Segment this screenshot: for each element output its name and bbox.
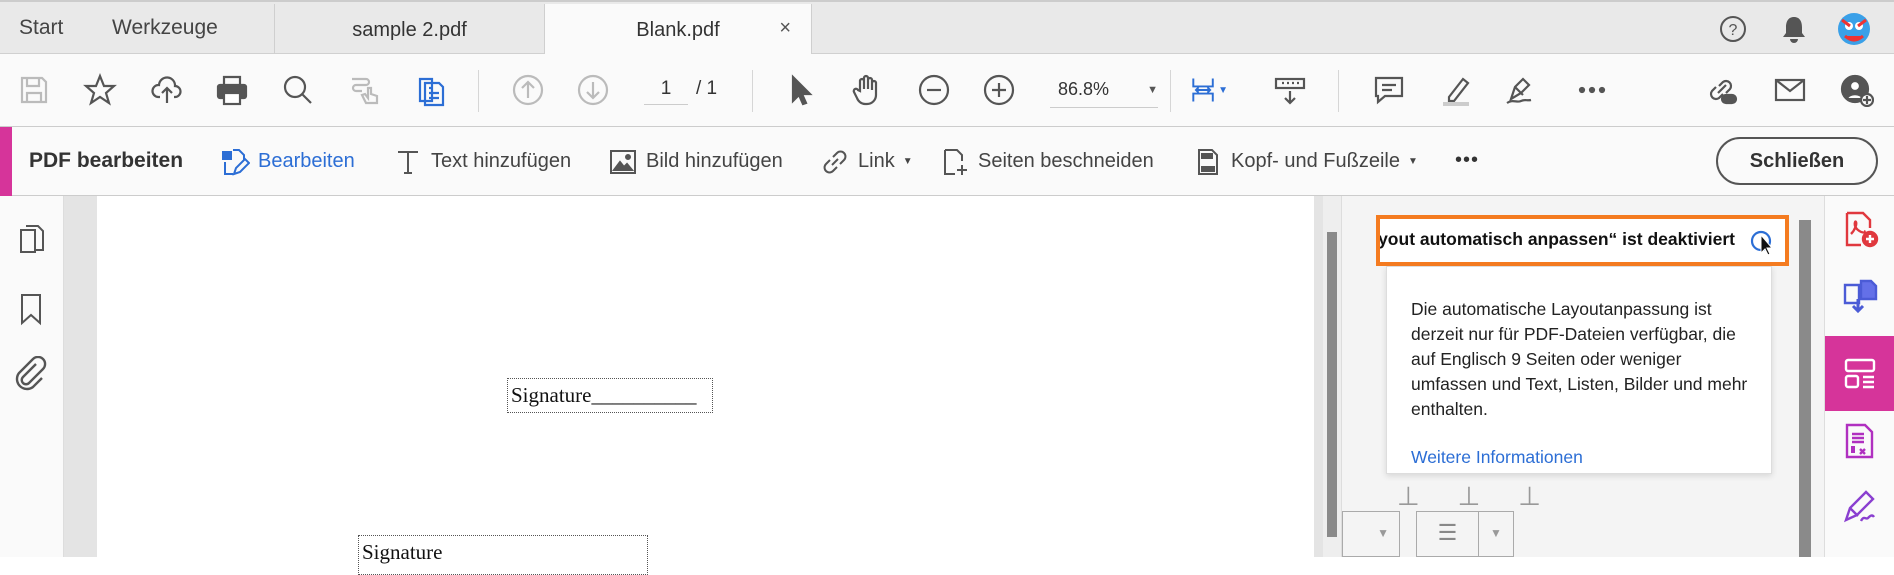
next-page-icon[interactable] (573, 70, 613, 110)
export-pdf-tool[interactable] (1825, 266, 1894, 326)
close-tab-icon[interactable]: × (779, 17, 791, 40)
accent-strip (0, 127, 12, 196)
edit-pdf-tool[interactable] (1825, 336, 1894, 411)
tab-label: sample 2.pdf (352, 18, 467, 41)
zoom-in-icon[interactable] (979, 70, 1019, 110)
numbered-list-button[interactable]: ☰ ▼ (1416, 511, 1514, 557)
chevron-down-icon: ▼ (1147, 83, 1158, 96)
more-tools-icon[interactable] (1572, 70, 1612, 110)
cloud-upload-icon[interactable] (147, 70, 187, 110)
chevron-down-icon: ▼ (1490, 526, 1502, 540)
avatar[interactable] (1837, 12, 1871, 46)
more-info-link[interactable]: Weitere Informationen (1411, 447, 1583, 468)
tab-blank[interactable]: Blank.pdf × (544, 4, 812, 57)
comment-icon[interactable] (1369, 70, 1409, 110)
fill-sign-tool[interactable] (1825, 411, 1894, 471)
chevron-down-icon: ▼ (1407, 156, 1418, 167)
search-icon[interactable] (278, 70, 318, 110)
select-cursor-icon[interactable] (780, 70, 820, 110)
popover-header: „Layout automatisch anpassen“ ist deakti… (1376, 215, 1789, 266)
left-navigation-panel (0, 196, 64, 557)
tab-bar: Start Werkzeuge sample 2.pdf Blank.pdf ×… (0, 0, 1894, 57)
save-icon[interactable] (14, 70, 54, 110)
close-label: Schließen (1749, 149, 1845, 172)
bell-icon[interactable] (1780, 14, 1808, 44)
add-text-label: Text hinzufügen (431, 150, 572, 172)
organize-pages-icon[interactable] (411, 70, 451, 110)
signature-field-1[interactable]: Signature__________ (507, 378, 713, 413)
star-icon[interactable] (80, 70, 120, 110)
signature-icon (1843, 490, 1875, 523)
numbered-list-icon: ☰ (1417, 512, 1479, 556)
more-options-button[interactable]: ••• (1455, 149, 1479, 172)
signature-field-2[interactable]: Signature (358, 535, 648, 575)
add-image-label: Bild hinzufügen (646, 150, 783, 172)
add-text-button[interactable]: Text hinzufügen (393, 127, 571, 196)
info-popover: Die automatische Layoutanpassung ist der… (1386, 266, 1772, 474)
alignment-icons: ⊥⊥⊥ (1397, 481, 1579, 511)
tab-start[interactable]: Start (19, 16, 63, 40)
popover-title: „Layout automatisch anpassen“ ist deakti… (1376, 229, 1735, 249)
list-dropdown[interactable]: ▼ (1342, 511, 1400, 557)
toolbar-title: PDF bearbeiten (29, 149, 184, 172)
request-signature-tool[interactable] (1825, 476, 1894, 536)
help-icon[interactable]: ? (1718, 14, 1748, 44)
fit-page-icon[interactable]: ▼ (1188, 70, 1228, 110)
info-toggle-icon[interactable] (1749, 229, 1777, 257)
hand-tool-icon[interactable] (847, 70, 887, 110)
attachment-icon[interactable] (14, 356, 48, 392)
create-pdf-tool[interactable] (1825, 199, 1894, 259)
chevron-down-icon: ▼ (902, 156, 913, 167)
bookmark-icon[interactable] (18, 292, 44, 326)
popover-body: Die automatische Layoutanpassung ist der… (1411, 299, 1748, 419)
export-pdf-icon (1843, 279, 1878, 314)
sign-icon[interactable] (1500, 70, 1540, 110)
crop-label: Seiten beschneiden (978, 150, 1154, 172)
scrollbar[interactable] (1323, 196, 1341, 557)
previous-page-icon[interactable] (508, 70, 548, 110)
tab-sample2[interactable]: sample 2.pdf (274, 4, 544, 56)
page-total: / 1 (696, 78, 718, 99)
form-icon (1845, 423, 1874, 459)
crop-pages-button[interactable]: Seiten beschneiden (940, 127, 1154, 196)
edit-button[interactable]: Bearbeiten (220, 127, 355, 196)
zoom-select[interactable]: 86.8% ▼ (1050, 72, 1158, 108)
tools-sidebar (1824, 196, 1894, 557)
tab-tools[interactable]: Werkzeuge (112, 16, 218, 40)
edit-label: Bearbeiten (258, 150, 355, 172)
page-number-input[interactable]: 1 (644, 78, 688, 105)
scroll-mode-icon[interactable] (1270, 70, 1310, 110)
link-button[interactable]: Link ▼ (820, 127, 913, 196)
edit-pdf-icon (1844, 358, 1876, 388)
edit-pdf-toolbar: PDF bearbeiten Bearbeiten Text hinzufüge… (0, 127, 1894, 196)
main-toolbar: 1 / 1 86.8% ▼ ▼ (0, 54, 1894, 127)
create-pdf-icon (1845, 211, 1879, 248)
read-aloud-icon[interactable] (345, 70, 385, 110)
zoom-out-icon[interactable] (914, 70, 954, 110)
add-image-button[interactable]: Bild hinzufügen (608, 127, 783, 196)
right-panel: ⊥⊥⊥ ▼ ☰ ▼ Die automatische Layoutanpassun… (1341, 196, 1824, 557)
highlight-icon[interactable] (1436, 70, 1476, 110)
header-footer-label: Kopf- und Fußzeile (1231, 150, 1400, 172)
svg-text:?: ? (1729, 22, 1738, 39)
email-icon[interactable] (1770, 70, 1810, 110)
close-button[interactable]: Schließen (1716, 137, 1878, 185)
print-icon[interactable] (212, 70, 252, 110)
page-thumbnails-icon[interactable] (18, 224, 46, 256)
link-label: Link (858, 150, 895, 172)
tab-label: Blank.pdf (636, 19, 720, 41)
header-footer-button[interactable]: Kopf- und Fußzeile ▼ (1193, 127, 1418, 196)
pdf-page: Signature__________ Signature (97, 196, 1314, 575)
document-area: Signature__________ Signature (64, 196, 1341, 575)
share-link-icon[interactable] (1701, 70, 1741, 110)
add-user-icon[interactable] (1837, 70, 1877, 110)
panel-scrollbar[interactable] (1799, 220, 1811, 557)
zoom-value: 86.8% (1058, 79, 1110, 99)
